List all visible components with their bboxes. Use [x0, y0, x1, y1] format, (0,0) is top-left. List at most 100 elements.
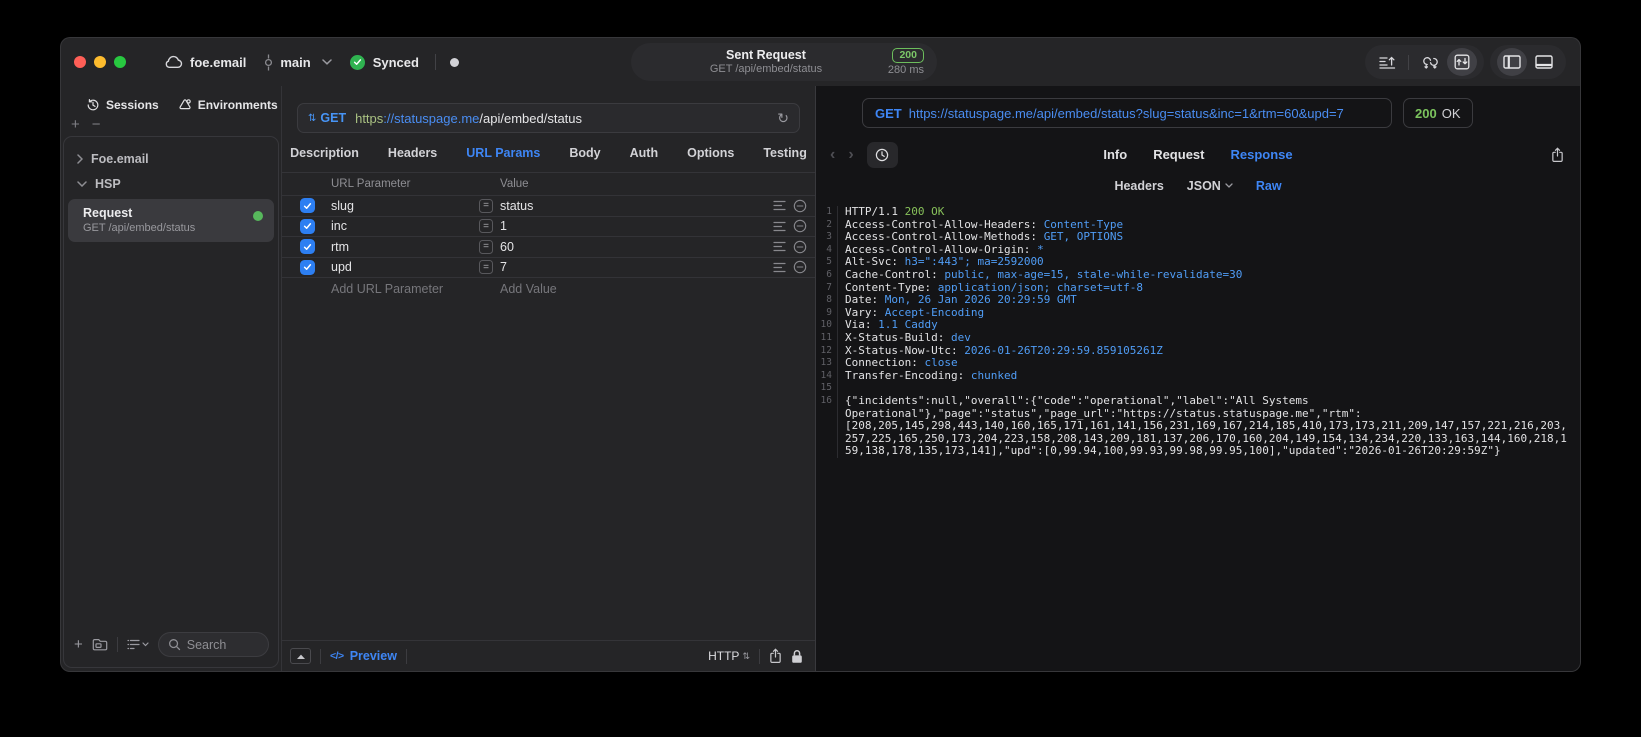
search-input[interactable] — [186, 637, 259, 652]
response-status-box: 200 OK — [1403, 98, 1473, 128]
tab-sessions[interactable]: Sessions — [86, 98, 159, 112]
group-by-button[interactable] — [127, 639, 149, 650]
preview-button[interactable]: </> Preview — [330, 649, 397, 663]
code-icon: </> — [330, 650, 344, 662]
param-text-options-icon[interactable] — [773, 262, 786, 273]
response-subtab-raw[interactable]: Raw — [1256, 179, 1282, 193]
param-text-options-icon[interactable] — [773, 221, 786, 232]
param-name-field[interactable]: rtm — [331, 240, 479, 254]
request-item-title: Request — [83, 206, 133, 220]
request-status-pill[interactable]: Sent Request GET /api/embed/status 200 2… — [631, 43, 937, 81]
remove-param-icon[interactable] — [793, 240, 807, 254]
add-param-name-placeholder[interactable]: Add URL Parameter — [331, 282, 500, 296]
sent-request-url[interactable]: GET https://statuspage.me/api/embed/stat… — [862, 98, 1392, 128]
column-value: Value — [500, 178, 529, 190]
add-param-value-placeholder[interactable]: Add Value — [500, 282, 557, 296]
resend-request-icon[interactable]: ↻ — [777, 110, 789, 127]
sync-status[interactable]: Synced — [349, 54, 419, 70]
request-tab-url-params[interactable]: URL Params — [466, 146, 540, 160]
lock-icon[interactable] — [791, 649, 803, 664]
param-text-options-icon[interactable] — [773, 241, 786, 252]
tree-group-label: HSP — [95, 176, 121, 191]
remove-param-icon[interactable] — [793, 219, 807, 233]
param-value-field[interactable]: status — [500, 199, 773, 213]
request-tab-auth[interactable]: Auth — [630, 146, 658, 160]
param-enabled-checkbox[interactable] — [300, 198, 315, 214]
response-tab-info[interactable]: Info — [1103, 147, 1127, 162]
response-subtab-headers[interactable]: Headers — [1114, 179, 1163, 193]
search-icon — [168, 638, 181, 651]
sort-requests-button[interactable] — [1372, 48, 1402, 76]
link-requests-button[interactable] — [1415, 48, 1445, 76]
request-status-title: Sent Request — [726, 48, 806, 62]
tree-group-foe-email[interactable]: Foe.email — [64, 146, 278, 171]
new-request-button[interactable]: + — [74, 637, 83, 652]
response-status-code: 200 — [1415, 105, 1437, 121]
request-tab-body[interactable]: Body — [569, 146, 600, 160]
param-name-field[interactable]: inc — [331, 219, 479, 233]
new-folder-button[interactable] — [92, 638, 108, 651]
request-panel: ⇅ GET https://statuspage.me/api/embed/st… — [282, 86, 816, 671]
project-menu[interactable]: foe.email — [164, 55, 246, 70]
traffic-lights — [74, 56, 126, 68]
param-text-options-icon[interactable] — [773, 200, 786, 211]
column-url-parameter: URL Parameter — [331, 178, 411, 190]
param-value-field[interactable]: 7 — [500, 260, 773, 274]
response-tab-request[interactable]: Request — [1153, 147, 1204, 162]
url-path: /api/embed/status — [479, 110, 583, 126]
remove-param-icon[interactable] — [793, 260, 807, 274]
protocol-selector[interactable]: HTTP ⇅ — [708, 649, 750, 663]
param-value-field[interactable]: 60 — [500, 240, 773, 254]
request-url-bar[interactable]: ⇅ GET https://statuspage.me/api/embed/st… — [297, 103, 800, 133]
tree-group-hsp[interactable]: HSP — [64, 171, 278, 196]
param-enabled-checkbox[interactable] — [300, 259, 315, 275]
app-window: foe.email main Synced Sent Request GET /… — [60, 37, 1581, 672]
add-session-button[interactable]: + — [71, 117, 80, 134]
minimize-window-button[interactable] — [94, 56, 106, 68]
request-tab-options[interactable]: Options — [687, 146, 734, 160]
next-response-button[interactable]: › — [848, 146, 853, 164]
import-export-button[interactable] — [1447, 48, 1477, 76]
param-enabled-checkbox[interactable] — [300, 218, 315, 234]
titlebar-toolbar — [1365, 45, 1566, 79]
line-number: 4 — [816, 243, 838, 257]
request-method[interactable]: GET — [320, 111, 346, 125]
request-tab-testing[interactable]: Testing — [763, 146, 807, 160]
request-panel-empty-area — [282, 299, 815, 640]
response-tab-response[interactable]: Response — [1230, 147, 1292, 162]
share-request-button[interactable] — [769, 648, 782, 664]
share-response-button[interactable] — [1551, 147, 1564, 163]
param-name-field[interactable]: slug — [331, 199, 479, 213]
response-history-button[interactable] — [866, 141, 898, 168]
url-param-row: upd = 7 — [282, 258, 815, 278]
toggle-sidebar-layout-button[interactable] — [1497, 48, 1527, 76]
request-tab-description[interactable]: Description — [290, 146, 359, 160]
remove-param-icon[interactable] — [793, 199, 807, 213]
param-enabled-checkbox[interactable] — [300, 239, 315, 255]
params-table-header: URL Parameter Value — [282, 173, 815, 196]
param-name-field[interactable]: upd — [331, 260, 479, 274]
request-status-dot — [253, 211, 263, 221]
up-down-arrows-icon: ⇅ — [742, 650, 750, 661]
response-code-line: 16 {"incidents":null,"overall":{"code":"… — [816, 394, 1580, 458]
toggle-bottom-layout-button[interactable] — [1529, 48, 1559, 76]
previous-response-button[interactable]: ‹ — [830, 146, 835, 164]
response-body[interactable]: 1 HTTP/1.1 200 OK 2 Access-Control-Allow… — [816, 199, 1580, 671]
sidebar-search[interactable] — [157, 632, 269, 657]
remove-session-button[interactable]: − — [92, 117, 101, 134]
line-number: 13 — [816, 357, 838, 370]
close-window-button[interactable] — [74, 56, 86, 68]
add-param-row[interactable]: Add URL Parameter Add Value — [282, 278, 815, 299]
branch-icon — [264, 54, 273, 71]
sidebar-request-item[interactable]: Request GET /api/embed/status — [68, 199, 274, 242]
param-value-field[interactable]: 1 — [500, 219, 773, 233]
line-number: 7 — [816, 281, 838, 295]
branch-selector[interactable]: main — [264, 54, 332, 71]
collapse-panel-button[interactable] — [290, 648, 311, 664]
line-number: 8 — [816, 294, 838, 307]
zoom-window-button[interactable] — [114, 56, 126, 68]
line-number: 14 — [816, 369, 838, 383]
tab-environments[interactable]: Environments — [178, 98, 278, 112]
response-subtab-json[interactable]: JSON — [1187, 179, 1233, 193]
request-tab-headers[interactable]: Headers — [388, 146, 437, 160]
